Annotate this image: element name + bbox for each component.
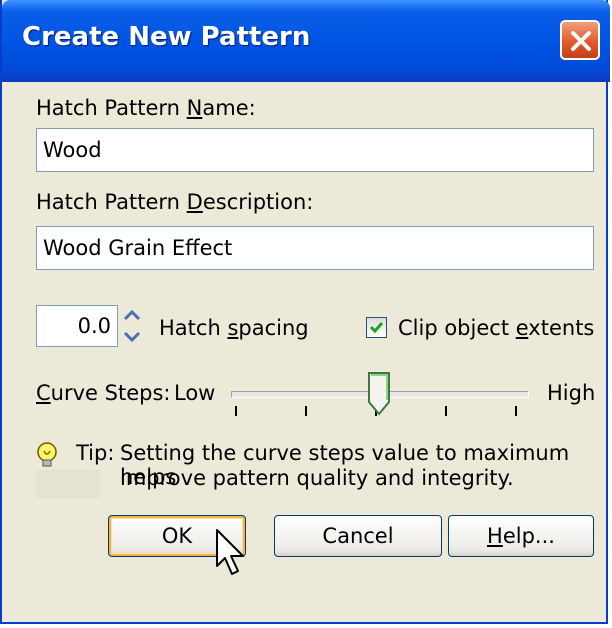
spin-down-button[interactable] bbox=[120, 326, 144, 347]
create-pattern-dialog: Create New Pattern Hatch Pattern Name: H… bbox=[0, 0, 610, 624]
title-bar[interactable]: Create New Pattern bbox=[2, 0, 610, 82]
tip-prefix: Tip: bbox=[76, 441, 115, 465]
hatch-spacing-label: Hatch spacing bbox=[159, 316, 309, 340]
close-icon bbox=[571, 31, 591, 51]
chevron-down-icon bbox=[123, 331, 141, 343]
clip-extents-checkbox[interactable] bbox=[366, 317, 387, 338]
close-button[interactable] bbox=[560, 20, 600, 60]
spin-up-button[interactable] bbox=[120, 305, 144, 326]
slider-tick bbox=[235, 406, 237, 416]
cancel-button[interactable]: Cancel bbox=[274, 515, 442, 557]
hatch-spacing-input[interactable]: 0.0 bbox=[36, 305, 118, 347]
mouse-cursor-icon bbox=[216, 529, 244, 575]
slider-tick bbox=[305, 406, 307, 416]
pattern-name-input[interactable] bbox=[36, 128, 594, 172]
pattern-name-label: Hatch Pattern Name: bbox=[36, 96, 256, 120]
slider-high-label: High bbox=[547, 381, 596, 405]
lightbulb-icon bbox=[37, 442, 57, 467]
tip-shade bbox=[36, 470, 100, 498]
help-button[interactable]: Help... bbox=[448, 515, 594, 557]
pattern-description-label: Hatch Pattern Description: bbox=[36, 190, 314, 214]
clip-extents-label: Clip object extents bbox=[398, 316, 595, 340]
dialog-title: Create New Pattern bbox=[22, 22, 311, 52]
pattern-description-input[interactable] bbox=[36, 226, 594, 270]
slider-tick bbox=[445, 406, 447, 416]
slider-low-label: Low bbox=[174, 381, 216, 405]
curve-steps-slider-thumb[interactable] bbox=[368, 372, 390, 416]
chevron-up-icon bbox=[123, 309, 141, 321]
checkmark-icon bbox=[369, 322, 384, 334]
hatch-spacing-spinner[interactable] bbox=[120, 305, 144, 347]
tip-line-2: improve pattern quality and integrity. bbox=[120, 466, 514, 490]
curve-steps-label: Curve Steps: bbox=[36, 381, 171, 405]
slider-tick bbox=[515, 406, 517, 416]
